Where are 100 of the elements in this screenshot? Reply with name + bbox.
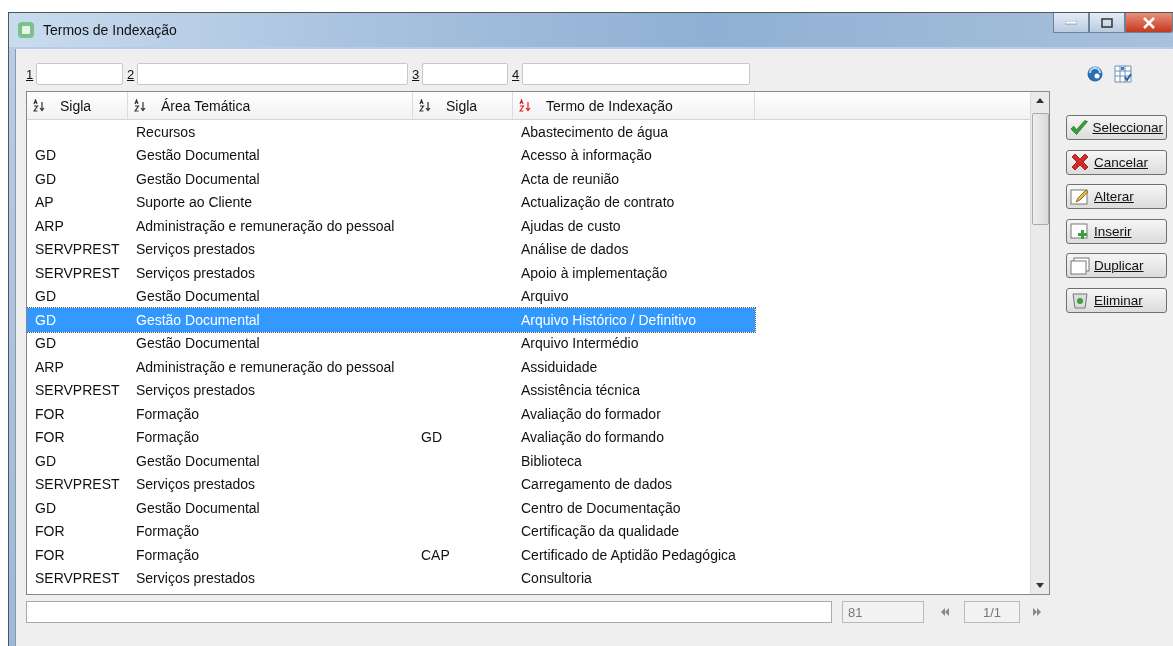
edit-icon (1070, 187, 1090, 206)
table-cell-text: Certificado de Aptidão Pedagógica (520, 546, 737, 563)
action-button[interactable]: Inserir (1066, 218, 1167, 244)
minimize-icon (1065, 20, 1077, 25)
table-cell-text: Gestão Documental (135, 452, 261, 469)
table-cell-text: ARP (34, 217, 65, 234)
scroll-down-icon[interactable] (1036, 583, 1044, 588)
table-cell-text: Formação (135, 429, 201, 446)
action-button[interactable]: Eliminar (1066, 287, 1167, 313)
grid-icon[interactable] (1114, 65, 1132, 83)
table-cell-text: SERVPREST (34, 264, 121, 281)
table-cell-text: Actualização de contrato (520, 194, 676, 211)
table-cell-text: Biblioteca (520, 452, 583, 469)
filter-field[interactable] (522, 63, 750, 85)
table-row[interactable]: GD Gestão Documental Acta de reunião (27, 167, 1030, 191)
table-row[interactable]: ARP Administração e remuneração do pessoal Assiduidade (27, 355, 1030, 379)
table-cell-text: Arquivo (520, 288, 570, 305)
table-row[interactable]: GD Gestão Documental Acesso à informação (27, 143, 1030, 167)
table-cell-text: GD (34, 288, 57, 305)
table-row[interactable]: SERVPREST Serviços prestados Apoio à implementação (27, 261, 1030, 285)
table-row[interactable]: ARP Administração e remuneração do pessoal Ajudas de custo (27, 214, 1030, 238)
table-cell-text: Gestão Documental (135, 311, 261, 328)
table-cell-text: Avaliação do formador (520, 405, 662, 422)
filter-label: 3 (412, 66, 421, 82)
table-cell-text: Carregamento de dados (520, 476, 673, 493)
table-cell-text: FOR (34, 405, 66, 422)
table-cell-text: Serviços prestados (135, 382, 257, 399)
minimize-button[interactable] (1053, 13, 1089, 33)
filter-label: 2 (127, 66, 136, 82)
table-cell-text: Arquivo Intermédio (520, 335, 640, 352)
table-cell-text: Centro de Documentação (520, 499, 682, 516)
table-cell-text: Gestão Documental (135, 499, 261, 516)
previous-page-icon[interactable] (940, 608, 950, 616)
table-cell-text: Análise de dados (520, 241, 630, 258)
close-icon (1142, 16, 1156, 29)
table-cell-text: Serviços prestados (135, 264, 257, 281)
table-cell-text: Acesso à informação (520, 147, 653, 164)
table-cell-text: Serviços prestados (135, 241, 257, 258)
refresh-icon[interactable] (1086, 65, 1104, 83)
table-cell-text: Gestão Documental (135, 147, 261, 164)
duplicate-icon (1070, 256, 1090, 275)
maximize-button[interactable] (1089, 13, 1125, 33)
table-cell-text: FOR (34, 429, 66, 446)
table-row[interactable]: GD Gestão Documental Arquivo (27, 284, 1030, 308)
action-button[interactable]: Cancelar (1066, 149, 1167, 175)
table-row[interactable]: SERVPREST Serviços prestados Assistência técnica (27, 378, 1030, 402)
next-page-icon[interactable] (1032, 608, 1042, 616)
column-header[interactable]: Sigla (413, 92, 513, 119)
page-indicator: 1/1 (964, 601, 1020, 623)
filter-field[interactable] (36, 63, 123, 85)
table-cell-text: GD (420, 429, 443, 446)
action-button[interactable]: Seleccionar (1066, 115, 1167, 140)
scroll-thumb[interactable] (1031, 113, 1049, 225)
filter-field[interactable] (422, 63, 508, 85)
table-cell-text: Avaliação do formando (520, 429, 665, 446)
table-cell-text: GD (34, 311, 57, 328)
table-row[interactable]: Recursos Abastecimento de água (27, 120, 1030, 144)
table-cell-text: Suporte ao Cliente (135, 194, 253, 211)
table-cell-text: Consultoria (520, 570, 593, 587)
app-icon (17, 21, 35, 39)
table-row[interactable]: FOR Formação GD Avaliação do formando (27, 425, 1030, 449)
column-header[interactable]: Sigla (27, 92, 128, 119)
column-header[interactable]: Área Temática (128, 92, 413, 119)
table-row[interactable]: FOR Formação Avaliação do formador (27, 402, 1030, 426)
table-cell-text: ARP (34, 358, 65, 375)
column-header[interactable]: Termo de Indexação (513, 92, 755, 119)
close-button[interactable] (1125, 13, 1173, 33)
table-row[interactable]: GD Gestão Documental Biblioteca (27, 449, 1030, 473)
table-cell-text: Gestão Documental (135, 170, 261, 187)
table-cell-text: Administração e remuneração do pessoal (135, 217, 396, 234)
cross-icon (1070, 153, 1090, 171)
action-button[interactable]: Alterar (1066, 184, 1167, 209)
table-cell-text: Acta de reunião (520, 170, 621, 187)
table-cell-text: Apoio à implementação (520, 264, 669, 281)
table-row[interactable]: FOR Formação Certificação da qualidade (27, 519, 1030, 543)
table-cell-text: Gestão Documental (135, 335, 261, 352)
table-cell-text: GD (34, 170, 57, 187)
table-cell-text: FOR (34, 523, 66, 540)
table-row[interactable]: GD Gestão Documental Centro de Documentação (27, 496, 1030, 520)
scroll-up-icon[interactable] (1036, 98, 1044, 103)
table-row[interactable]: FOR Formação CAP Certificado de Aptidão Pedagógica (27, 543, 1030, 567)
table-cell-text: Formação (135, 546, 201, 563)
table-row[interactable]: SERVPREST Serviços prestados Consultoria (27, 566, 1030, 590)
filter-label: 4 (512, 66, 521, 82)
table-cell-text: Certificação da qualidade (520, 523, 680, 540)
trash-icon (1070, 291, 1090, 309)
table-cell-text: Administração e remuneração do pessoal (135, 358, 396, 375)
table-cell-text: FOR (34, 546, 66, 563)
table-cell-text: GD (34, 335, 57, 352)
filter-field[interactable] (137, 63, 408, 85)
scrollbar[interactable] (1030, 92, 1049, 594)
insert-icon (1070, 222, 1090, 240)
record-count: 81 (842, 601, 924, 623)
table-row[interactable]: SERVPREST Serviços prestados Análise de dados (27, 237, 1030, 261)
action-button[interactable]: Duplicar (1066, 253, 1167, 278)
table-row[interactable]: SERVPREST Serviços prestados Carregamento de dados (27, 472, 1030, 496)
table-cell-text: Assiduidade (520, 358, 599, 375)
table-row[interactable]: GD Gestão Documental Arquivo Intermédio (27, 331, 1030, 355)
table-row[interactable]: AP Suporte ao Cliente Actualização de contrato (27, 190, 1030, 214)
table-cell-text: SERVPREST (34, 241, 121, 258)
